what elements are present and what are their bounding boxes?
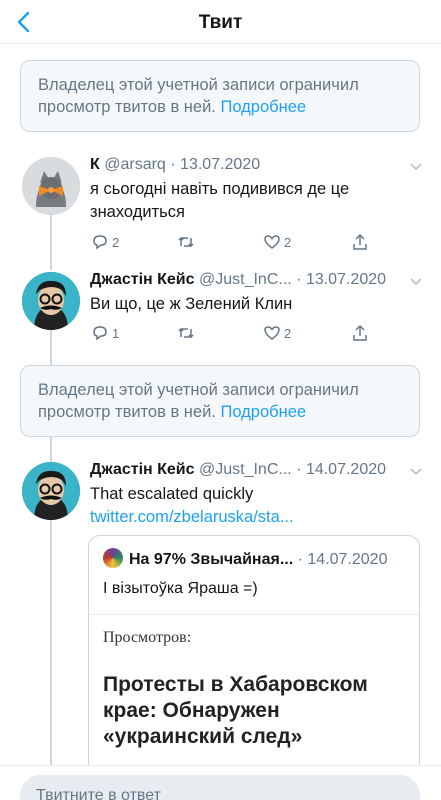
reply-icon bbox=[93, 326, 107, 341]
like-button[interactable]: 2 bbox=[262, 232, 291, 252]
views-label: Просмотров: bbox=[103, 629, 192, 646]
quote-date: 14.07.2020 bbox=[307, 551, 388, 568]
heart-icon bbox=[264, 326, 280, 340]
chevron-down-icon[interactable] bbox=[409, 275, 423, 289]
tweet-body: That escalated quickly bbox=[90, 485, 254, 503]
like-count: 2 bbox=[284, 234, 292, 250]
avatar[interactable] bbox=[22, 157, 80, 215]
restricted-notice: Владелец этой учетной записи ограничил п… bbox=[20, 60, 420, 132]
author-handle[interactable]: @Just_InC... bbox=[199, 271, 292, 288]
tweet-actions: 2 2 bbox=[90, 232, 380, 254]
quote-text: І візытоўка Яраша =) bbox=[103, 580, 258, 597]
reply-count: 2 bbox=[112, 234, 120, 250]
notice-text: Владелец этой учетной записи ограничил п… bbox=[38, 381, 359, 421]
notice-text: Владелец этой учетной записи ограничил п… bbox=[38, 76, 359, 116]
tweet-date: 14.07.2020 bbox=[305, 461, 387, 478]
author-handle[interactable]: @arsarq bbox=[104, 156, 166, 173]
quoted-tweet-card[interactable]: На 97% Звычайная... · 14.07.2020 І візыт… bbox=[88, 535, 420, 775]
tweet-link[interactable]: twitter.com/zbelaruska/sta... bbox=[90, 506, 410, 529]
like-count: 2 bbox=[284, 325, 292, 341]
author-name[interactable]: Джастін Кейс bbox=[90, 461, 195, 478]
retweet-button[interactable] bbox=[176, 232, 198, 252]
tweet-header: Джастін Кейс @Just_InC... · 14.07.2020 bbox=[90, 461, 387, 478]
tweet-text: Ви що, це ж Зелений Клин bbox=[90, 295, 293, 313]
tweet-actions: 1 2 bbox=[90, 323, 380, 345]
chevron-down-icon[interactable] bbox=[409, 465, 423, 479]
reply-bar: Твитните в ответ bbox=[0, 765, 441, 800]
quote-author-name: На 97% Звычайная... bbox=[129, 551, 294, 568]
restricted-notice: Владелец этой учетной записи ограничил п… bbox=[20, 365, 420, 437]
learn-more-link[interactable]: Подробнее bbox=[220, 403, 306, 421]
chevron-down-icon[interactable] bbox=[409, 160, 423, 174]
reply-icon bbox=[93, 235, 107, 250]
tweet-date: 13.07.2020 bbox=[180, 156, 261, 173]
share-icon bbox=[353, 324, 367, 341]
reply-count: 1 bbox=[112, 325, 120, 341]
share-button[interactable] bbox=[350, 323, 370, 343]
tweet-date: 13.07.2020 bbox=[305, 271, 387, 288]
quote-header: На 97% Звычайная... · 14.07.2020 bbox=[103, 548, 387, 569]
avatar[interactable] bbox=[22, 462, 80, 520]
author-name[interactable]: Джастін Кейс bbox=[90, 271, 195, 288]
share-button[interactable] bbox=[350, 232, 370, 252]
tweet-text: That escalated quickly twitter.com/zbela… bbox=[90, 483, 410, 529]
page-title: Твит bbox=[198, 12, 243, 33]
tweet-header: Джастін Кейс @Just_InC... · 13.07.2020 bbox=[90, 271, 387, 288]
author-handle[interactable]: @Just_InC... bbox=[199, 461, 292, 478]
avatar bbox=[103, 548, 123, 568]
heart-icon bbox=[264, 235, 280, 249]
reply-button[interactable]: 2 bbox=[90, 232, 119, 252]
top-bar: Твит bbox=[0, 0, 441, 44]
retweet-icon bbox=[178, 327, 194, 339]
reply-button[interactable]: 1 bbox=[90, 323, 119, 343]
like-button[interactable]: 2 bbox=[262, 323, 291, 343]
reply-input[interactable]: Твитните в ответ bbox=[20, 775, 420, 800]
divider bbox=[89, 614, 419, 615]
link-preview-headline[interactable]: Протесты в Хабаровском крае: Обнаружен «… bbox=[103, 672, 403, 750]
tweet[interactable]: К @arsarq · 13.07.2020 я сьогодні навіть… bbox=[0, 150, 441, 260]
tweet-header: К @arsarq · 13.07.2020 bbox=[90, 156, 261, 173]
retweet-icon bbox=[178, 236, 194, 248]
tweet-text: я сьогодні навіть подивився де це знаход… bbox=[90, 180, 350, 221]
avatar[interactable] bbox=[22, 272, 80, 330]
retweet-button[interactable] bbox=[176, 323, 198, 343]
author-name[interactable]: К bbox=[90, 156, 100, 173]
learn-more-link[interactable]: Подробнее bbox=[220, 98, 306, 116]
share-icon bbox=[353, 233, 367, 250]
tweet[interactable]: Джастін Кейс @Just_InC... · 13.07.2020 В… bbox=[0, 265, 441, 365]
